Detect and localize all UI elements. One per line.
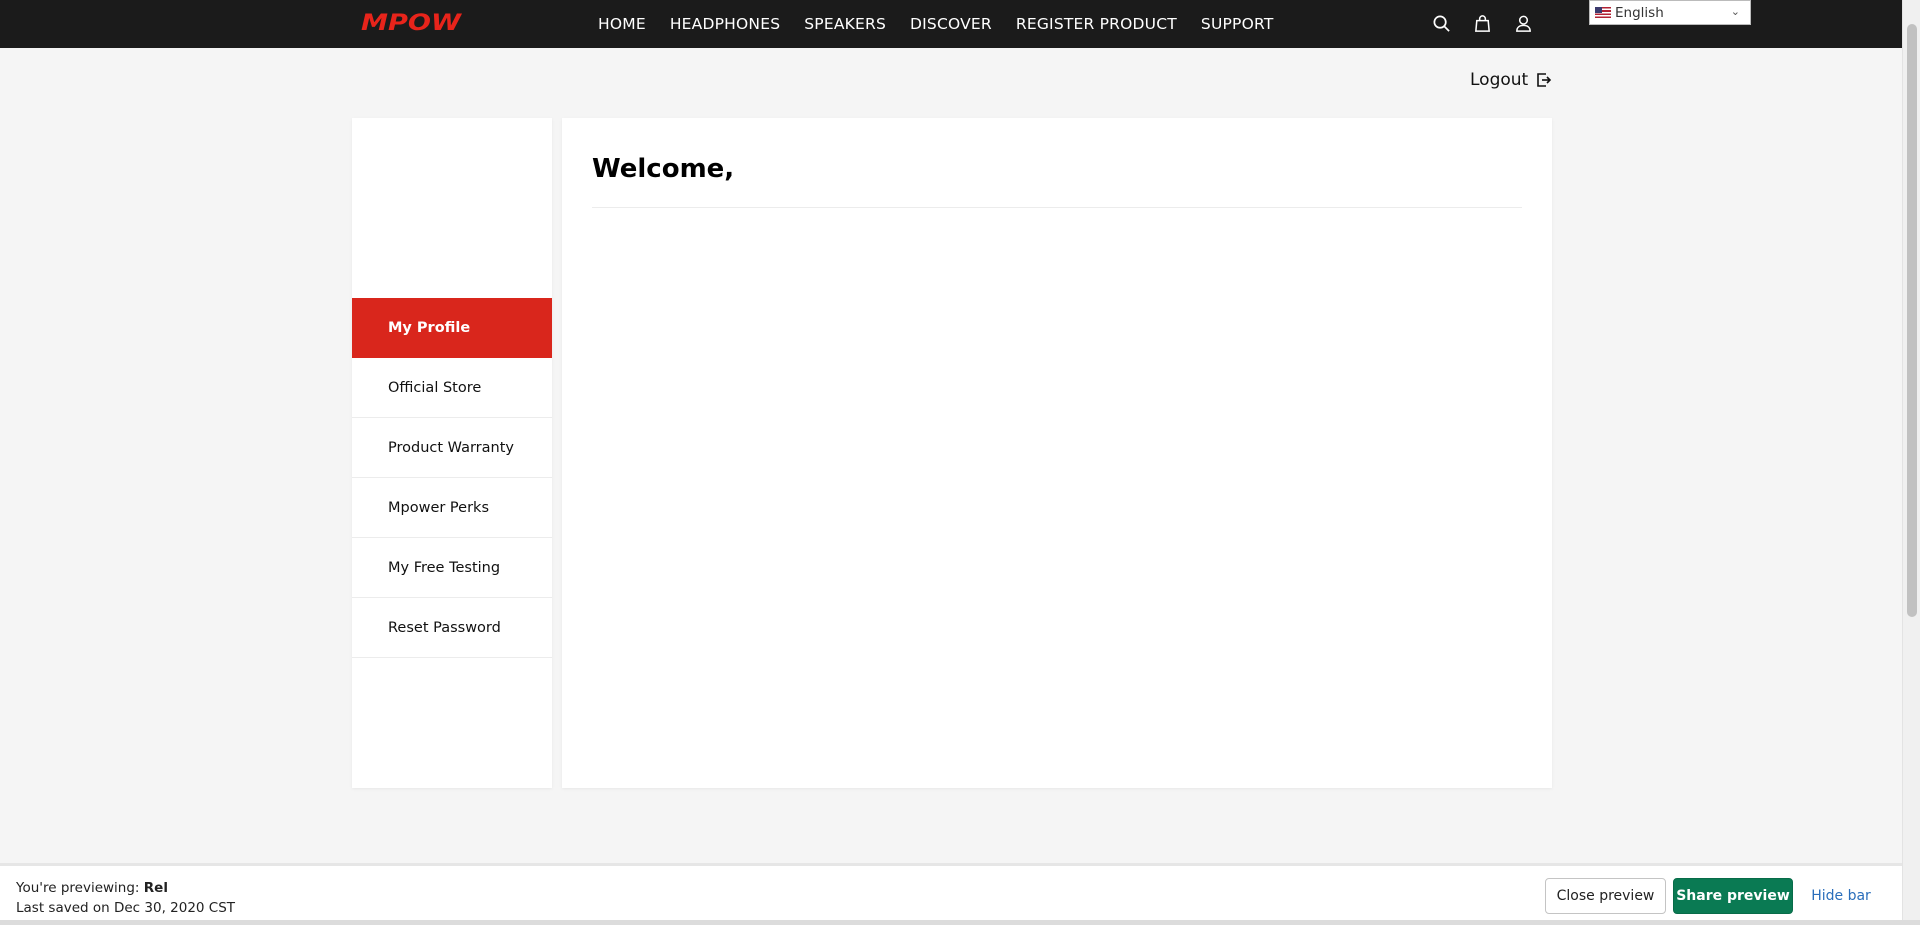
preview-info: You're previewing: Rel Last saved on Dec…	[16, 878, 235, 918]
language-label: English	[1615, 4, 1664, 21]
nav-headphones[interactable]: HEADPHONES	[670, 15, 780, 33]
sidebar-item-my-free-testing[interactable]: My Free Testing	[352, 538, 552, 598]
page-scrollbar[interactable]	[1902, 0, 1920, 925]
close-preview-button[interactable]: Close preview	[1545, 878, 1666, 914]
previewing-theme-name: Rel	[143, 880, 168, 896]
sidebar-item-mpower-perks[interactable]: Mpower Perks	[352, 478, 552, 538]
header-icons	[1432, 14, 1533, 33]
nav-support[interactable]: SUPPORT	[1201, 15, 1274, 33]
window-bottom-edge	[0, 920, 1920, 925]
page-title: Welcome,	[592, 154, 735, 184]
sidebar-item-label: Product Warranty	[388, 439, 514, 456]
nav-register-product[interactable]: REGISTER PRODUCT	[1016, 15, 1177, 33]
us-flag-icon	[1595, 7, 1611, 18]
hide-bar-link[interactable]: Hide bar	[1806, 878, 1876, 914]
sidebar-item-label: Mpower Perks	[388, 499, 489, 516]
preview-bar: You're previewing: Rel Last saved on Dec…	[0, 863, 1902, 920]
account-menu: My Profile Official Store Product Warran…	[352, 298, 552, 658]
sidebar-item-label: My Free Testing	[388, 559, 501, 576]
profile-panel: Welcome,	[562, 118, 1552, 788]
logout-label: Logout	[1470, 70, 1529, 90]
logout-button[interactable]: Logout	[1470, 70, 1552, 90]
chevron-down-icon: ⌄	[1730, 5, 1740, 18]
account-sidebar: My Profile Official Store Product Warran…	[352, 118, 552, 788]
sidebar-item-label: My Profile	[388, 320, 471, 336]
logo-text: MPOW	[361, 11, 463, 33]
scrollbar-thumb[interactable]	[1907, 24, 1917, 617]
sidebar-item-label: Official Store	[388, 379, 482, 396]
divider	[592, 207, 1522, 208]
sidebar-item-label: Reset Password	[388, 619, 501, 636]
last-saved-text: Last saved on Dec 30, 2020 CST	[16, 900, 236, 916]
nav-discover[interactable]: DISCOVER	[910, 15, 992, 33]
previewing-line: You're previewing: Rel	[16, 878, 235, 898]
cart-icon[interactable]	[1473, 14, 1492, 33]
sidebar-item-product-warranty[interactable]: Product Warranty	[352, 418, 552, 478]
main-nav: HOME HEADPHONES SPEAKERS DISCOVER REGIST…	[598, 0, 1298, 48]
nav-speakers[interactable]: SPEAKERS	[804, 15, 886, 33]
language-selector[interactable]: English ⌄	[1589, 0, 1751, 25]
search-icon[interactable]	[1432, 14, 1451, 33]
sidebar-item-my-profile[interactable]: My Profile	[352, 298, 552, 358]
sidebar-item-reset-password[interactable]: Reset Password	[352, 598, 552, 658]
previewing-prefix: You're previewing:	[16, 880, 144, 896]
user-icon[interactable]	[1514, 14, 1533, 33]
mpow-logo[interactable]: MPOW	[361, 11, 463, 33]
nav-home[interactable]: HOME	[598, 15, 646, 33]
logout-icon	[1537, 73, 1552, 87]
share-preview-button[interactable]: Share preview	[1673, 878, 1793, 914]
sidebar-item-official-store[interactable]: Official Store	[352, 358, 552, 418]
